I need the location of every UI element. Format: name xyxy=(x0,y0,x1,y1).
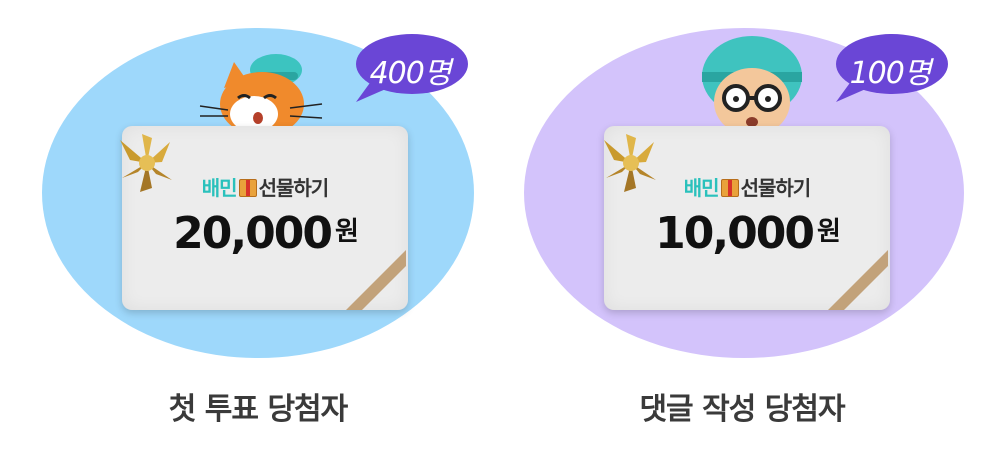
winner-count-bubble: 400명 xyxy=(350,32,470,104)
gold-bow-icon xyxy=(112,128,182,198)
corner-ribbon-icon xyxy=(818,240,888,310)
prize-caption: 댓글 작성 당첨자 xyxy=(639,392,845,427)
prize-card-comment: 100명 배민 선물하기 10,000 원 댓글 작성 당첨자 xyxy=(500,0,1000,452)
brand-name: 배민 xyxy=(201,176,238,200)
amount-value: 10,000 xyxy=(655,208,815,259)
winner-count: 100명 xyxy=(849,56,932,91)
prize-caption: 첫 투표 당첨자 xyxy=(168,392,349,427)
winner-count-bubble: 100명 xyxy=(830,32,950,104)
winner-count: 400명 xyxy=(369,56,452,91)
brand-name: 배민 xyxy=(683,176,720,200)
brand-service: 선물하기 xyxy=(740,176,812,200)
prize-card-first-vote: 400명 배민 선물하기 20,000 원 첫 투표 당첨자 xyxy=(0,0,500,452)
corner-ribbon-icon xyxy=(336,240,406,310)
gold-bow-icon xyxy=(596,128,666,198)
gift-box-icon xyxy=(238,179,257,197)
brand-service: 선물하기 xyxy=(258,176,330,200)
gift-box-icon xyxy=(720,179,739,197)
amount-value: 20,000 xyxy=(173,208,333,259)
